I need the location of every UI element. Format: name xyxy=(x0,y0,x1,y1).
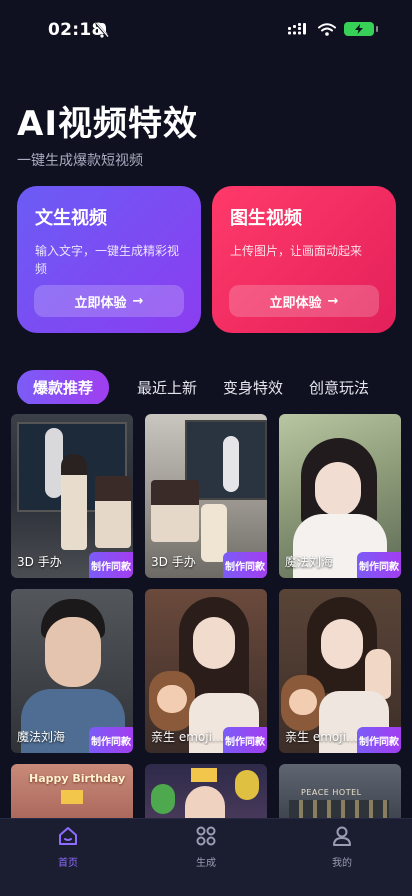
card-title: 图生视频 xyxy=(230,208,302,229)
try-now-label: 立即体验 xyxy=(269,295,322,311)
person-image xyxy=(61,454,87,550)
nav-generate[interactable]: 生成 xyxy=(176,825,236,869)
card-title: 文生视频 xyxy=(35,208,107,229)
tab-new[interactable]: 最近上新 xyxy=(137,377,197,398)
card-description: 输入文字，一键生成精彩视频 xyxy=(35,244,180,276)
image-to-video-card[interactable]: 图生视频 上传图片，让画面动起来 立即体验 → xyxy=(212,186,396,333)
signal-icon xyxy=(288,23,306,35)
template-label: 3D 手办 xyxy=(151,555,196,569)
template-card[interactable]: 魔法刘海 制作同款 xyxy=(11,589,133,753)
wifi-icon xyxy=(318,22,336,36)
make-same-button[interactable]: 制作同款 xyxy=(89,727,133,753)
birthday-text: Happy Birthday xyxy=(29,772,126,785)
page-subtitle: 一键生成爆款短视频 xyxy=(17,153,143,169)
bell-muted-icon xyxy=(95,22,109,38)
make-same-button[interactable]: 制作同款 xyxy=(89,552,133,578)
template-card[interactable]: 3D 手办 制作同款 xyxy=(145,414,267,578)
face-image xyxy=(315,462,361,516)
photo-image xyxy=(95,476,131,548)
make-same-button[interactable]: 制作同款 xyxy=(223,727,267,753)
arrow-right-icon: → xyxy=(132,293,144,309)
template-card[interactable]: 亲生 emoji ... 制作同款 xyxy=(279,589,401,753)
balloon-image xyxy=(235,770,259,800)
category-tabs: 爆款推荐 最近上新 变身特效 创意玩法 xyxy=(17,370,412,404)
page-title: AI视频特效 xyxy=(17,104,198,144)
nav-label: 首页 xyxy=(58,858,78,869)
face-image xyxy=(321,619,363,669)
template-card[interactable]: Happy Birthday xyxy=(11,764,133,824)
face-image xyxy=(193,617,235,669)
nav-home[interactable]: 首页 xyxy=(38,825,98,869)
make-same-button[interactable]: 制作同款 xyxy=(357,552,401,578)
template-label: 魔法刘海 xyxy=(285,555,334,569)
try-now-button[interactable]: 立即体验 → xyxy=(34,285,184,317)
crown-icon xyxy=(61,790,83,804)
doll-face-image xyxy=(289,689,317,715)
template-label: 3D 手办 xyxy=(17,555,62,569)
figurine-image xyxy=(223,436,239,492)
nav-profile[interactable]: 我的 xyxy=(312,825,372,869)
doll-face-image xyxy=(157,685,187,713)
home-icon xyxy=(59,827,77,845)
status-bar: 02:18 xyxy=(0,0,412,60)
template-card[interactable]: 3D 手办 制作同款 xyxy=(11,414,133,578)
template-label: 魔法刘海 xyxy=(17,730,66,744)
figurine-image xyxy=(201,504,227,562)
arrow-right-icon: → xyxy=(327,293,339,309)
tab-creative[interactable]: 创意玩法 xyxy=(309,377,369,398)
template-card[interactable] xyxy=(145,764,267,824)
make-same-button[interactable]: 制作同款 xyxy=(223,552,267,578)
try-now-label: 立即体验 xyxy=(74,295,127,311)
battery-icon xyxy=(344,22,378,36)
template-label: 亲生 emoji ... xyxy=(285,730,361,744)
nav-label: 我的 xyxy=(332,858,352,869)
hotel-sign-text: PEACE HOTEL xyxy=(301,788,362,797)
photo-image xyxy=(151,480,199,542)
card-description: 上传图片，让画面动起来 xyxy=(230,244,363,258)
balloon-image xyxy=(151,784,175,814)
template-card[interactable]: 魔法刘海 制作同款 xyxy=(279,414,401,578)
charging-bolt-icon xyxy=(355,24,363,34)
tab-hot[interactable]: 爆款推荐 xyxy=(17,370,110,404)
bottom-navigation: 首页 生成 我的 xyxy=(0,818,412,896)
grid-icon xyxy=(196,826,216,846)
template-card[interactable]: PEACE HOTEL xyxy=(279,764,401,824)
status-icons xyxy=(288,22,378,36)
template-card[interactable]: 亲生 emoji ... 制作同款 xyxy=(145,589,267,753)
make-same-button[interactable]: 制作同款 xyxy=(357,727,401,753)
tab-transform[interactable]: 变身特效 xyxy=(223,377,283,398)
template-label: 亲生 emoji ... xyxy=(151,730,227,744)
nav-label: 生成 xyxy=(196,858,216,869)
crown-icon xyxy=(191,768,217,782)
try-now-button[interactable]: 立即体验 → xyxy=(229,285,379,317)
text-to-video-card[interactable]: 文生视频 输入文字，一键生成精彩视频 立即体验 → xyxy=(17,186,201,333)
user-icon xyxy=(333,826,351,846)
face-image xyxy=(45,617,101,687)
